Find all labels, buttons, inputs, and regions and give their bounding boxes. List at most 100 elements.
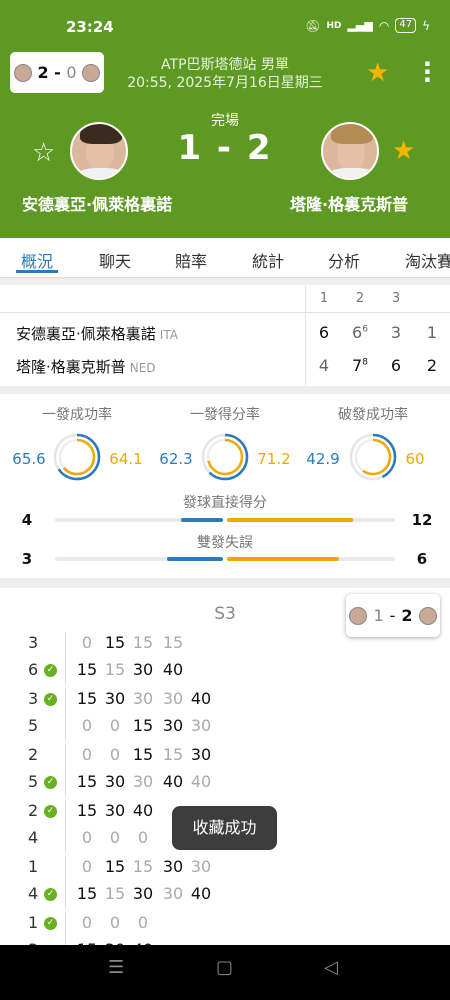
away-player-name[interactable]: 塔隆·格裏克斯普 — [290, 191, 408, 215]
bell-off-icon: 🔕︎ — [305, 18, 321, 33]
stat-right-value: 64.1 — [109, 450, 143, 468]
game-winner-check-icon: ✓ — [44, 693, 57, 706]
game-row: 1✓0003153040 — [0, 912, 450, 945]
away-set-2-tiebreak: 8 — [362, 357, 368, 368]
point-score: 40 — [190, 689, 212, 708]
point-score: 30 — [162, 857, 184, 876]
chip-away-sets: 0 — [66, 63, 77, 82]
point-score: 0 — [81, 633, 93, 652]
tab-knockout[interactable]: 淘汰賽 — [405, 248, 450, 272]
away-row-name[interactable]: 塔隆·格裏克斯普 NED — [16, 356, 156, 377]
game-score-top: 1 — [28, 857, 39, 876]
game-score-bottom: 5 — [28, 716, 39, 735]
stat-right-value: 60 — [405, 450, 425, 468]
point-score: 40 — [162, 772, 184, 791]
set-col-1: 1 — [319, 291, 329, 306]
game-divider — [65, 856, 66, 908]
point-score: 0 — [137, 828, 149, 847]
point-score: 15 — [104, 884, 126, 903]
point-score: 15 — [104, 633, 126, 652]
tab-chat[interactable]: 聊天 — [99, 248, 131, 272]
game-winner-check-icon: ✓ — [44, 888, 57, 901]
set-col-3: 3 — [391, 291, 401, 306]
point-score: 15 — [132, 857, 154, 876]
ring-chart-first-serve-in — [53, 433, 101, 481]
status-bar: 23:24 🔕︎ HD ▂▄▆ ◠ 47 ϟ — [0, 0, 450, 44]
tab-odds[interactable]: 賠率 — [175, 248, 207, 272]
away-favorite-star-icon[interactable]: ★ — [392, 136, 415, 166]
floating-score-chip[interactable]: 1 - 2 — [346, 594, 440, 637]
home-set-2: 66 — [350, 323, 370, 342]
home-set-3: 3 — [390, 323, 402, 342]
stat-title-first-serve-in: 一發成功率 — [42, 407, 112, 423]
away-set-1: 4 — [318, 356, 330, 375]
match-header: 23:24 🔕︎ HD ▂▄▆ ◠ 47 ϟ 2 - 0 ATP巴斯塔德站 男單… — [0, 0, 450, 238]
double-faults-left: 3 — [21, 550, 33, 568]
point-score: 30 — [162, 716, 184, 735]
game-score-top: 1 — [28, 913, 39, 932]
away-current-game: 2 — [426, 356, 438, 375]
point-score: 30 — [104, 772, 126, 791]
point-score: 30 — [132, 689, 154, 708]
home-row-name[interactable]: 安德裏亞·佩萊格裏諾 ITA — [16, 323, 178, 344]
game-winner-check-icon: ✓ — [44, 917, 57, 930]
home-favorite-star-icon[interactable]: ☆ — [32, 138, 55, 168]
point-score: 30 — [104, 689, 126, 708]
point-score: 15 — [162, 633, 184, 652]
battery-icon: 47 — [395, 18, 417, 33]
away-set-2-games: 7 — [352, 356, 363, 375]
tab-bar: 概況 聊天 賠率 統計 分析 淘汰賽 — [0, 238, 450, 278]
more-menu-icon[interactable]: · · · — [423, 52, 432, 92]
float-sep: - — [389, 606, 396, 625]
section-divider — [0, 578, 450, 588]
menu-icon[interactable]: ☰ — [108, 957, 124, 978]
game-score-bottom: 4 — [28, 884, 39, 903]
game-score-top: 2 — [28, 801, 39, 820]
away-set-3: 6 — [390, 356, 402, 375]
game-winner-check-icon: ✓ — [44, 776, 57, 789]
signal-icon: ▂▄▆ — [347, 19, 373, 32]
stat-left-value: 65.6 — [12, 450, 46, 468]
game-score-bottom: 4 — [28, 828, 39, 847]
home-icon[interactable]: ▢ — [216, 957, 233, 978]
point-score: 40 — [190, 772, 212, 791]
point-score: 0 — [81, 716, 93, 735]
home-set-2-games: 6 — [352, 323, 363, 342]
double-faults-left-bar — [167, 557, 223, 561]
away-mini-avatar — [81, 63, 100, 82]
point-score: 15 — [132, 633, 154, 652]
game-winner-check-icon: ✓ — [44, 664, 57, 677]
game-score-top: 2 — [28, 745, 39, 764]
tab-analysis[interactable]: 分析 — [328, 248, 360, 272]
stat-title-aces: 發球直接得分 — [183, 495, 267, 511]
game-row: 3 ✓ 15 30 30 30 40 5 0 0 15 30 30 — [0, 688, 450, 742]
stat-left-value: 62.3 — [159, 450, 193, 468]
game-divider — [65, 632, 66, 684]
tab-stats[interactable]: 統計 — [252, 248, 284, 272]
stat-title-first-serve-won: 一發得分率 — [190, 407, 260, 423]
back-icon[interactable]: ◁ — [324, 957, 338, 978]
point-score: 15 — [76, 660, 98, 679]
point-score: 15 — [162, 745, 184, 764]
set-label[interactable]: S3 — [200, 604, 250, 624]
status-icons: 🔕︎ HD ▂▄▆ ◠ 47 ϟ — [305, 18, 430, 33]
point-score: 0 — [109, 913, 121, 932]
toast-message: 收藏成功 — [172, 806, 277, 850]
point-score: 0 — [81, 913, 93, 932]
game-row: 1 0 15 15 30 30 4 ✓ 15 15 30 30 40 — [0, 856, 450, 910]
favorite-star-icon[interactable]: ★ — [366, 58, 389, 88]
away-player-avatar[interactable] — [321, 122, 379, 180]
stat-title-break-point-conv: 破發成功率 — [338, 407, 408, 423]
ring-chart-first-serve-won — [201, 433, 249, 481]
point-score: 40 — [190, 884, 212, 903]
point-score: 15 — [104, 660, 126, 679]
point-score: 30 — [132, 660, 154, 679]
tab-overview[interactable]: 概況 — [21, 248, 53, 272]
point-score: 0 — [81, 745, 93, 764]
sets-score-chip[interactable]: 2 - 0 — [10, 52, 104, 93]
home-player-avatar[interactable] — [70, 122, 128, 180]
game-score-top: 3 — [28, 689, 39, 708]
point-score: 30 — [162, 689, 184, 708]
home-player-name[interactable]: 安德裏亞·佩萊格裏諾 — [22, 191, 172, 215]
point-score: 15 — [76, 689, 98, 708]
